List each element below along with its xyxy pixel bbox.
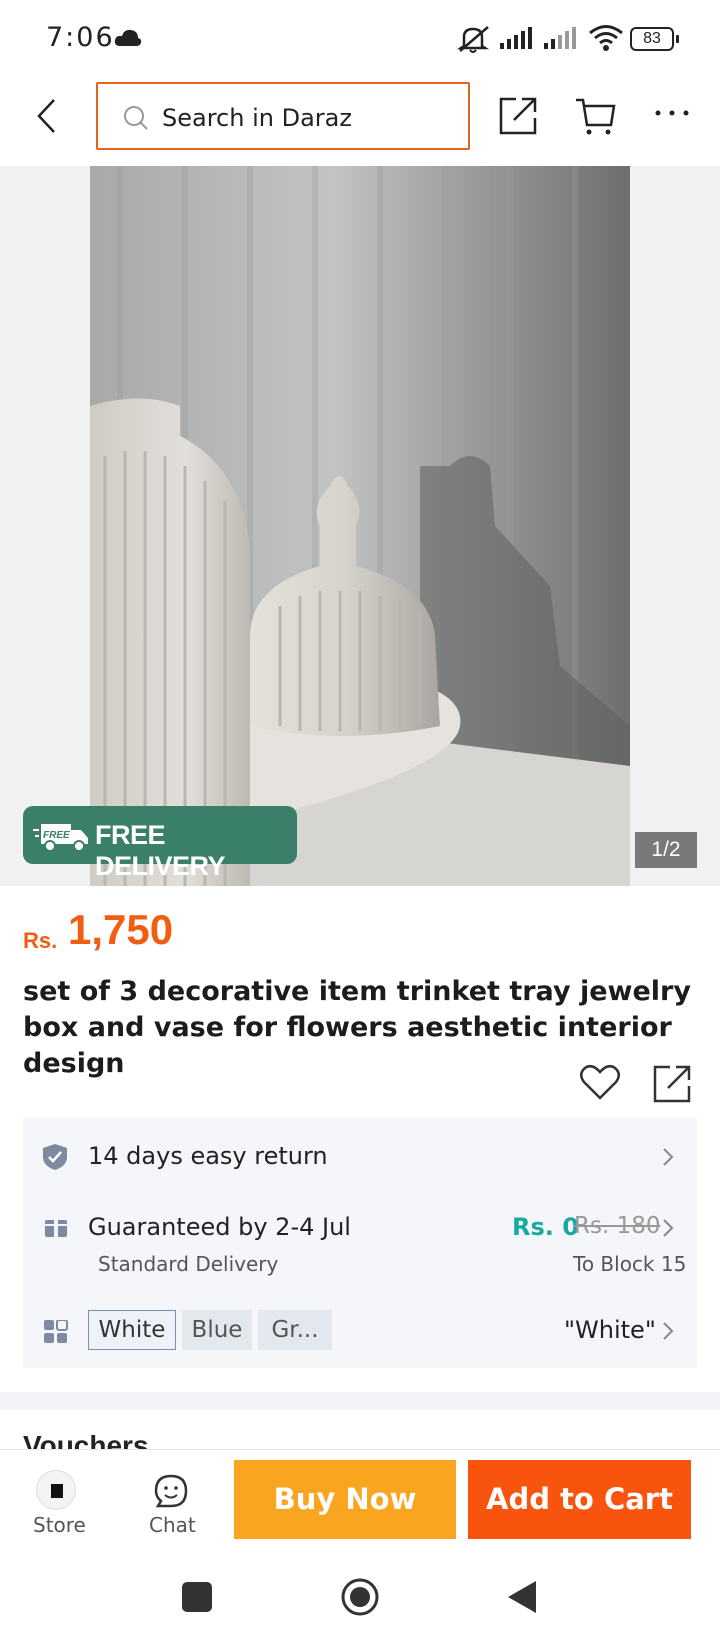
search-placeholder: Search in Daraz <box>162 104 352 132</box>
battery-tip <box>676 35 679 43</box>
buy-now-button[interactable]: Buy Now <box>234 1460 456 1539</box>
chevron-right-icon <box>663 1148 674 1166</box>
returns-label: 14 days easy return <box>88 1142 328 1170</box>
chat-label[interactable]: Chat <box>149 1513 196 1537</box>
back-nav-icon[interactable] <box>506 1579 538 1615</box>
shield-check-icon <box>43 1144 67 1170</box>
share-icon[interactable] <box>498 96 538 136</box>
search-icon <box>124 106 148 130</box>
delivery-location: To Block 15 <box>573 1252 687 1276</box>
bottom-action-bar: Store Chat Buy Now Add to Cart <box>0 1449 720 1555</box>
signal-strength-2-icon <box>544 27 576 49</box>
delivery-type: Standard Delivery <box>98 1252 279 1276</box>
free-delivery-label: FREE DELIVERY <box>95 820 226 881</box>
store-logo-icon[interactable] <box>36 1470 76 1510</box>
mute-bell-icon <box>456 26 490 53</box>
battery-level: 83 <box>643 30 661 47</box>
status-bar: 7:06 83 <box>0 0 720 78</box>
delivery-guarantee: Guaranteed by 2-4 Jul <box>88 1213 351 1241</box>
share-product-icon[interactable] <box>652 1064 692 1104</box>
top-bar: Search in Daraz <box>0 78 720 166</box>
variant-chip-more[interactable]: Gr... <box>258 1310 332 1350</box>
price-currency: Rs. <box>23 928 58 953</box>
chat-icon[interactable] <box>154 1474 188 1508</box>
image-counter: 1/2 <box>635 832 697 868</box>
more-options-icon[interactable] <box>654 108 690 118</box>
selected-variant: "White" <box>564 1316 656 1344</box>
section-divider <box>0 1392 720 1410</box>
signal-strength-icon <box>500 27 532 49</box>
product-image <box>90 166 630 886</box>
variants-grid-icon <box>44 1320 68 1343</box>
delivery-fee: Rs. 0 <box>512 1213 579 1241</box>
add-to-cart-button[interactable]: Add to Cart <box>468 1460 691 1539</box>
product-gallery[interactable]: FREE FREE DELIVERY 1/2 <box>0 166 720 886</box>
back-arrow-icon[interactable] <box>34 98 62 134</box>
variant-chip-white[interactable]: White <box>88 1310 176 1350</box>
cart-icon[interactable] <box>574 96 616 138</box>
status-time: 7:06 <box>46 22 115 53</box>
search-input[interactable]: Search in Daraz <box>96 82 470 150</box>
store-label[interactable]: Store <box>33 1513 86 1537</box>
chevron-right-icon <box>663 1219 674 1237</box>
free-delivery-badge: FREE FREE DELIVERY <box>23 806 297 881</box>
price-amount: 1,750 <box>68 906 174 953</box>
recent-apps-icon[interactable] <box>182 1582 212 1612</box>
free-tag: FREE <box>43 830 70 841</box>
system-nav-bar <box>0 1555 720 1640</box>
store-logo-mark <box>51 1484 63 1498</box>
wishlist-heart-icon[interactable] <box>580 1064 620 1100</box>
variant-chip-blue[interactable]: Blue <box>182 1310 252 1350</box>
battery-icon: 83 <box>630 27 674 51</box>
cloud-icon <box>114 29 142 46</box>
home-button-icon[interactable] <box>340 1577 380 1617</box>
chevron-right-icon <box>663 1322 674 1340</box>
wifi-icon <box>589 25 623 51</box>
delivery-truck-icon: FREE <box>33 824 88 852</box>
gift-box-icon <box>45 1215 67 1237</box>
delivery-fee-original: Rs. 180 <box>574 1213 661 1239</box>
